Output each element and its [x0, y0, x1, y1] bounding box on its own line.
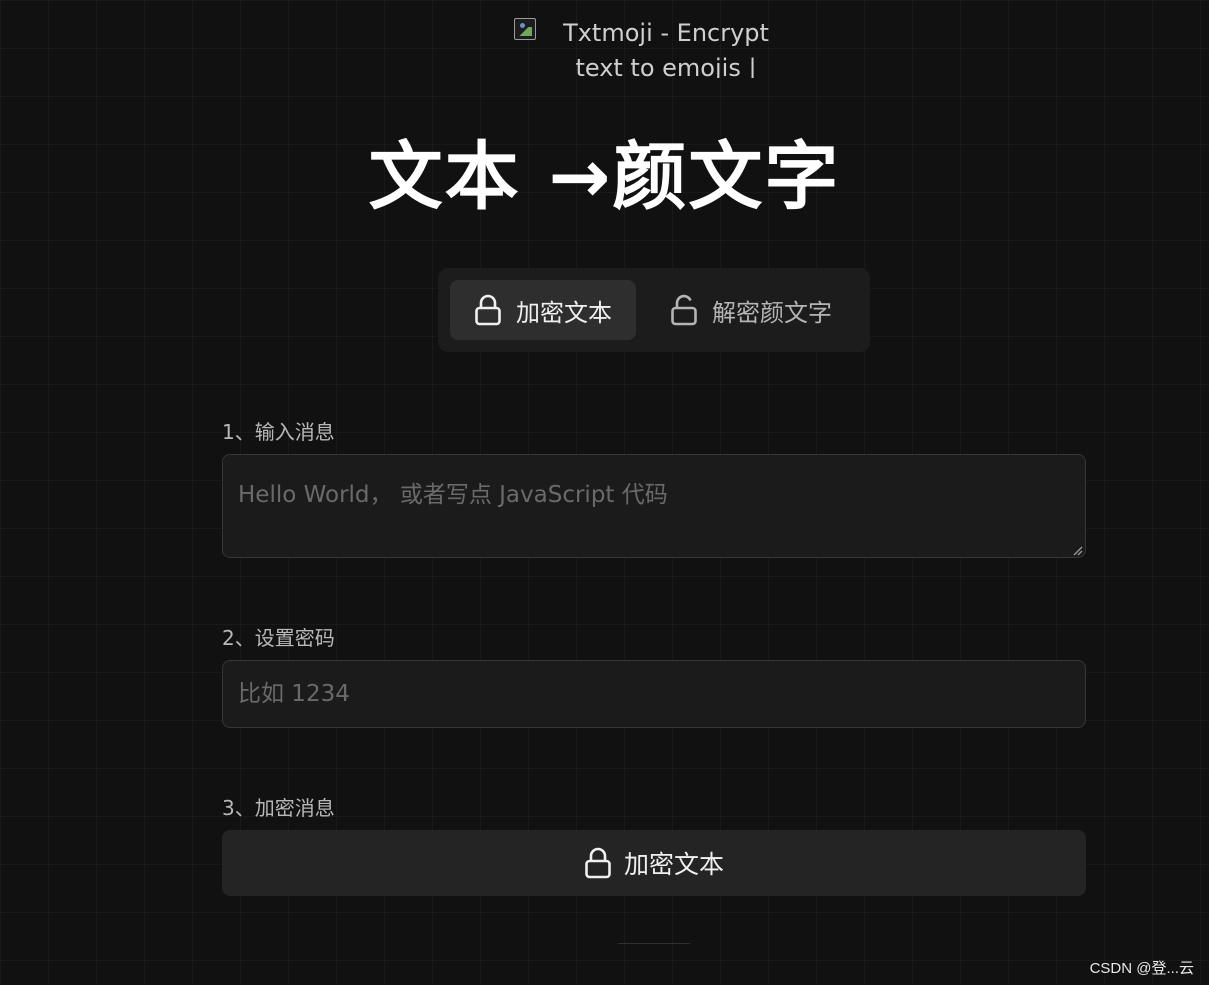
password-input[interactable] — [222, 660, 1086, 728]
watermark: CSDN @登...云 — [1089, 960, 1194, 977]
password-label: 2、设置密码 — [222, 626, 335, 650]
action-label: 3、加密消息 — [222, 796, 335, 820]
encrypt-button[interactable]: 加密文本 — [222, 830, 1086, 896]
page-title: 文本 →颜文字 — [368, 134, 841, 220]
lock-icon — [475, 294, 501, 326]
resize-handle-icon[interactable] — [1072, 545, 1083, 556]
tab-encrypt-text-label: 加密文本 — [516, 298, 612, 327]
lock-icon — [585, 847, 611, 879]
product-hunt-badge-alt-text: Txtmoji - Encrypt text to emojis | Produ… — [563, 19, 769, 78]
broken-image-icon — [514, 18, 536, 40]
tab-decrypt-emoji-label: 解密颜文字 — [712, 298, 832, 327]
mode-tabs: 加密文本 解密颜文字 — [438, 268, 870, 352]
footer-divider — [618, 943, 690, 944]
page: Txtmoji - Encrypt text to emojis | Produ… — [0, 0, 1209, 985]
encrypt-button-label: 加密文本 — [623, 850, 724, 879]
tab-decrypt-emoji[interactable]: 解密颜文字 — [646, 280, 856, 340]
unlock-icon — [671, 294, 697, 326]
message-label: 1、输入消息 — [222, 420, 335, 444]
message-textarea[interactable] — [222, 454, 1086, 558]
product-hunt-badge[interactable]: Txtmoji - Encrypt text to emojis | Produ… — [514, 16, 796, 78]
tab-encrypt-text[interactable]: 加密文本 — [450, 280, 636, 340]
